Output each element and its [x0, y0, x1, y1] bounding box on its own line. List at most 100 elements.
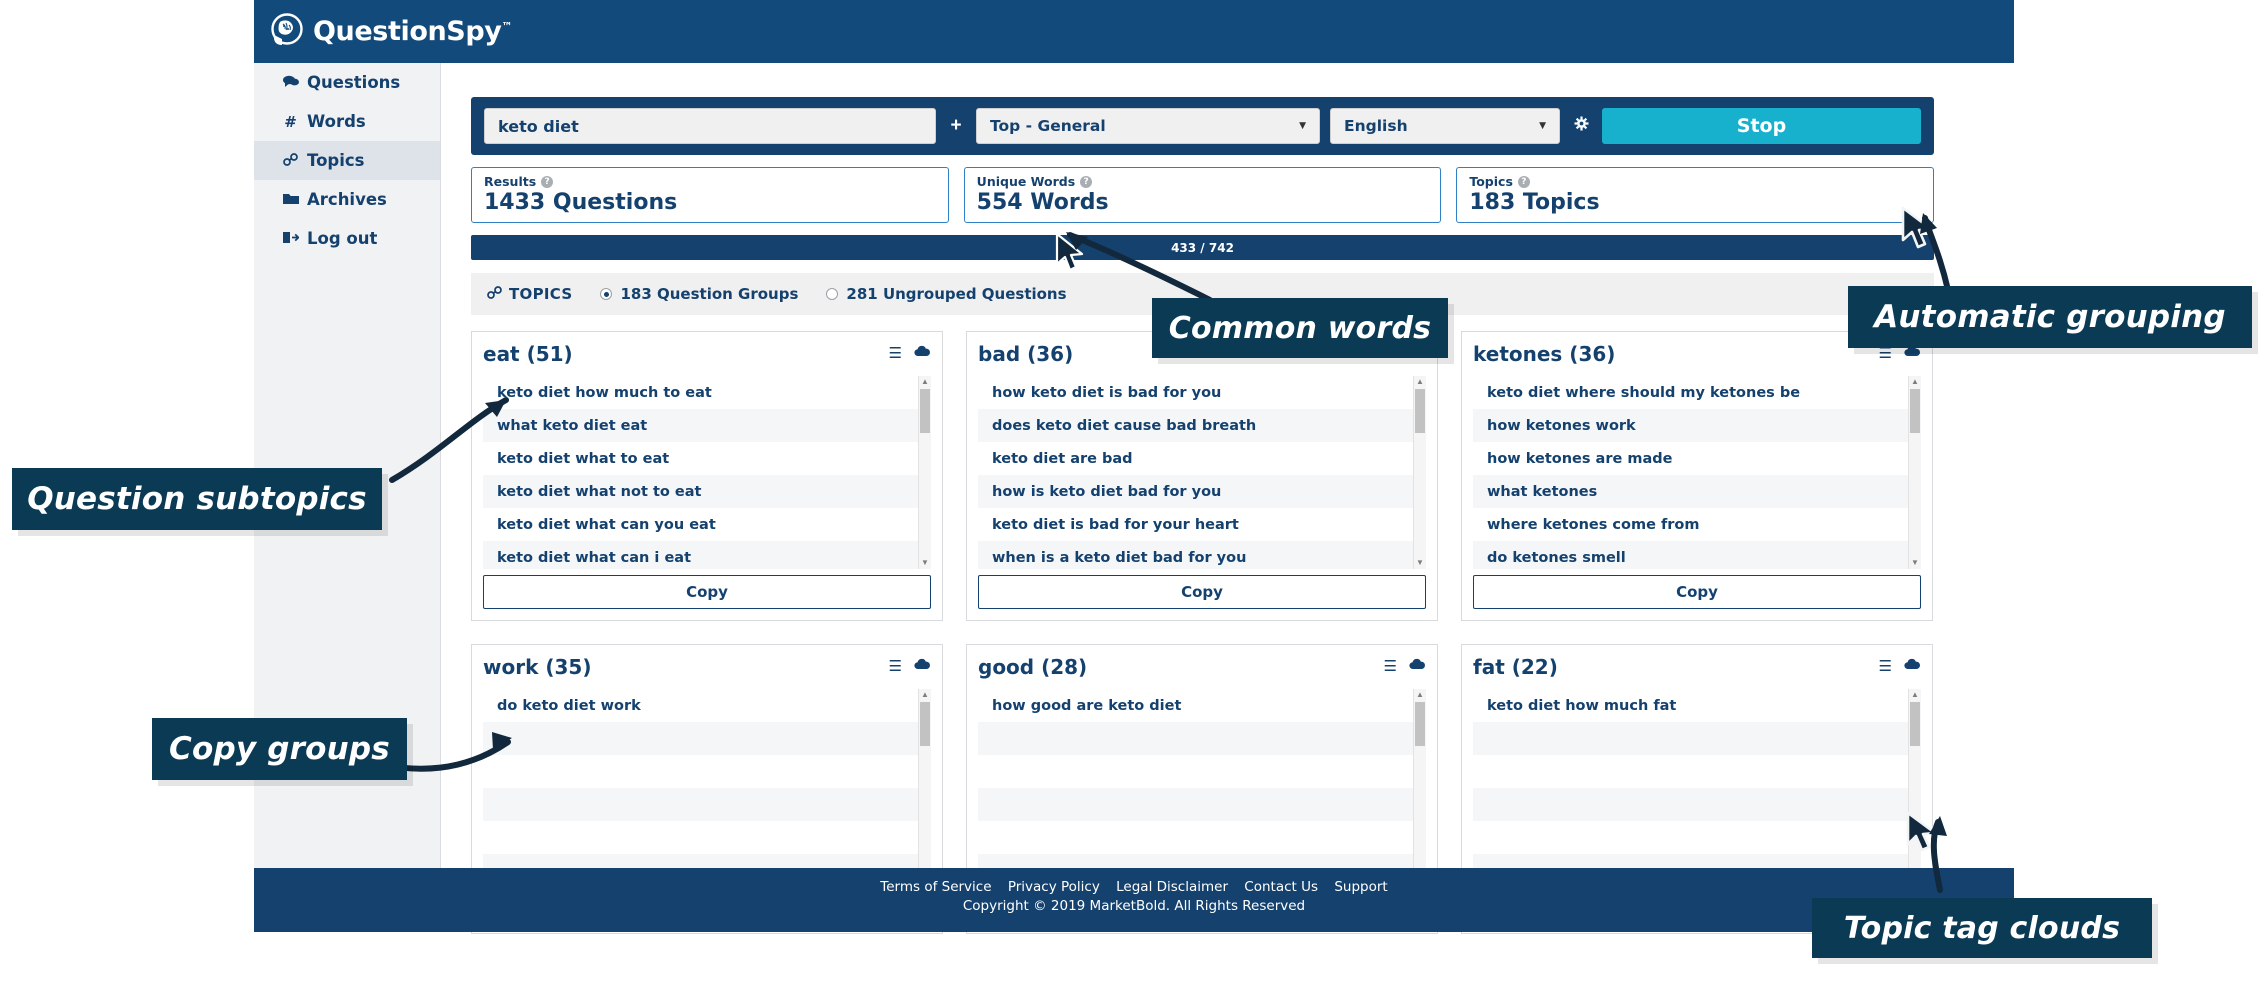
- question-row[interactable]: [1473, 755, 1921, 788]
- question-row[interactable]: [1473, 821, 1921, 854]
- language-select[interactable]: English ▼: [1330, 108, 1560, 144]
- footer-link-privacy[interactable]: Privacy Policy: [1008, 879, 1100, 895]
- footer-link-support[interactable]: Support: [1334, 879, 1387, 895]
- question-row[interactable]: how ketones work: [1473, 409, 1921, 442]
- keyword-input[interactable]: keto diet: [484, 108, 936, 144]
- question-row[interactable]: does keto diet cause bad breath: [978, 409, 1426, 442]
- question-list[interactable]: how good are keto diet ▲ ▼: [978, 689, 1426, 882]
- sidebar-item-topics[interactable]: Topics: [254, 141, 440, 180]
- question-row[interactable]: how is keto diet bad for you: [978, 475, 1426, 508]
- radio-ungrouped-questions[interactable]: 281 Ungrouped Questions: [826, 285, 1067, 303]
- question-row[interactable]: where ketones come from: [1473, 508, 1921, 541]
- scrollbar-thumb[interactable]: [1415, 702, 1425, 746]
- question-list[interactable]: keto diet how much fat ▲ ▼: [1473, 689, 1921, 882]
- list-icon[interactable]: ☰: [1384, 659, 1397, 674]
- question-row[interactable]: keto diet is bad for your heart: [978, 508, 1426, 541]
- question-row[interactable]: what keto diet eat: [483, 409, 931, 442]
- question-mark-icon[interactable]: ?: [541, 175, 554, 188]
- question-list-scrollbar[interactable]: ▲ ▼: [918, 689, 931, 882]
- copy-button[interactable]: Copy: [483, 575, 931, 609]
- question-row[interactable]: keto diet how much to eat: [483, 376, 931, 409]
- sidebar-item-archives[interactable]: Archives: [254, 180, 440, 219]
- question-mark-icon[interactable]: ?: [1080, 175, 1093, 188]
- radio-question-groups[interactable]: 183 Question Groups: [600, 285, 798, 303]
- category-select[interactable]: Top - General ▼: [976, 108, 1320, 144]
- scrollbar-thumb[interactable]: [1910, 702, 1920, 746]
- question-row[interactable]: keto diet what to eat: [483, 442, 931, 475]
- question-row[interactable]: [978, 821, 1426, 854]
- question-row[interactable]: do ketones smell: [1473, 541, 1921, 569]
- list-icon[interactable]: ☰: [889, 346, 902, 361]
- stat-label: Results ?: [484, 174, 936, 189]
- cloud-icon[interactable]: [1904, 658, 1921, 674]
- question-row[interactable]: [483, 722, 931, 755]
- sidebar-item-logout[interactable]: Log out: [254, 219, 440, 258]
- question-row[interactable]: [1473, 788, 1921, 821]
- question-row[interactable]: do keto diet work: [483, 689, 931, 722]
- scroll-up-arrow-icon[interactable]: ▲: [1909, 376, 1921, 388]
- question-list[interactable]: keto diet how much to eat what keto diet…: [483, 376, 931, 569]
- sidebar-item-words[interactable]: # Words: [254, 102, 440, 141]
- question-row[interactable]: when is a keto diet bad for you: [978, 541, 1426, 569]
- footer-link-legal[interactable]: Legal Disclaimer: [1116, 879, 1228, 895]
- question-row[interactable]: keto diet what can i eat: [483, 541, 931, 569]
- scroll-down-arrow-icon[interactable]: ▼: [1414, 557, 1426, 569]
- footer-link-terms[interactable]: Terms of Service: [880, 879, 991, 895]
- scrollbar-thumb[interactable]: [920, 702, 930, 746]
- question-row[interactable]: what ketones: [1473, 475, 1921, 508]
- question-mark-icon[interactable]: ?: [1517, 175, 1530, 188]
- cloud-icon[interactable]: [914, 658, 931, 674]
- gear-icon[interactable]: [1570, 116, 1592, 136]
- question-row[interactable]: [978, 755, 1426, 788]
- scroll-up-arrow-icon[interactable]: ▲: [919, 689, 931, 701]
- question-row[interactable]: how keto diet is bad for you: [978, 376, 1426, 409]
- question-row[interactable]: keto diet are bad: [978, 442, 1426, 475]
- question-row[interactable]: [978, 722, 1426, 755]
- question-list-scrollbar[interactable]: ▲ ▼: [1908, 376, 1921, 569]
- stop-button[interactable]: Stop: [1602, 108, 1921, 144]
- question-list[interactable]: do keto diet work ▲ ▼: [483, 689, 931, 882]
- topic-card-title: ketones (36): [1473, 342, 1616, 366]
- copy-button[interactable]: Copy: [1473, 575, 1921, 609]
- scroll-up-arrow-icon[interactable]: ▲: [1414, 376, 1426, 388]
- scrollbar-thumb[interactable]: [1910, 389, 1920, 433]
- question-row[interactable]: [1473, 722, 1921, 755]
- link-icon: [487, 285, 502, 303]
- copy-button[interactable]: Copy: [978, 575, 1426, 609]
- question-list-scrollbar[interactable]: ▲ ▼: [1413, 689, 1426, 882]
- cloud-icon[interactable]: [1409, 658, 1426, 674]
- sidebar-item-label: Log out: [307, 229, 378, 248]
- scroll-down-arrow-icon[interactable]: ▼: [919, 557, 931, 569]
- question-row[interactable]: keto diet where should my ketones be: [1473, 376, 1921, 409]
- scroll-up-arrow-icon[interactable]: ▲: [1414, 689, 1426, 701]
- question-list-scrollbar[interactable]: ▲ ▼: [918, 376, 931, 569]
- cloud-icon[interactable]: [914, 345, 931, 361]
- question-row[interactable]: keto diet what not to eat: [483, 475, 931, 508]
- sidebar-item-questions[interactable]: Questions: [254, 63, 440, 102]
- question-row[interactable]: how good are keto diet: [978, 689, 1426, 722]
- scroll-up-arrow-icon[interactable]: ▲: [919, 376, 931, 388]
- brand-logo[interactable]: QuestionSpy™: [268, 5, 512, 57]
- question-row[interactable]: [483, 755, 931, 788]
- footer-link-contact[interactable]: Contact Us: [1244, 879, 1318, 895]
- question-row[interactable]: [483, 821, 931, 854]
- question-row[interactable]: [483, 788, 931, 821]
- question-row[interactable]: how ketones are made: [1473, 442, 1921, 475]
- question-row[interactable]: keto diet how much fat: [1473, 689, 1921, 722]
- list-icon[interactable]: ☰: [889, 659, 902, 674]
- question-list-scrollbar[interactable]: ▲ ▼: [1908, 689, 1921, 882]
- question-row[interactable]: keto diet what can you eat: [483, 508, 931, 541]
- add-keyword-button[interactable]: +: [946, 115, 966, 137]
- list-icon[interactable]: ☰: [1879, 659, 1892, 674]
- question-list[interactable]: keto diet where should my ketones be how…: [1473, 376, 1921, 569]
- stat-card-topics: Topics ? 183 Topics: [1456, 167, 1935, 223]
- language-select-value: English: [1344, 117, 1408, 135]
- scrollbar-thumb[interactable]: [920, 389, 930, 433]
- scrollbar-thumb[interactable]: [1415, 389, 1425, 433]
- scroll-down-arrow-icon[interactable]: ▼: [1909, 557, 1921, 569]
- question-row[interactable]: [978, 788, 1426, 821]
- topic-cards-grid: eat (51) ☰ keto diet how much to eat wha…: [471, 331, 1934, 934]
- question-list-scrollbar[interactable]: ▲ ▼: [1413, 376, 1426, 569]
- question-list[interactable]: how keto diet is bad for you does keto d…: [978, 376, 1426, 569]
- scroll-up-arrow-icon[interactable]: ▲: [1909, 689, 1921, 701]
